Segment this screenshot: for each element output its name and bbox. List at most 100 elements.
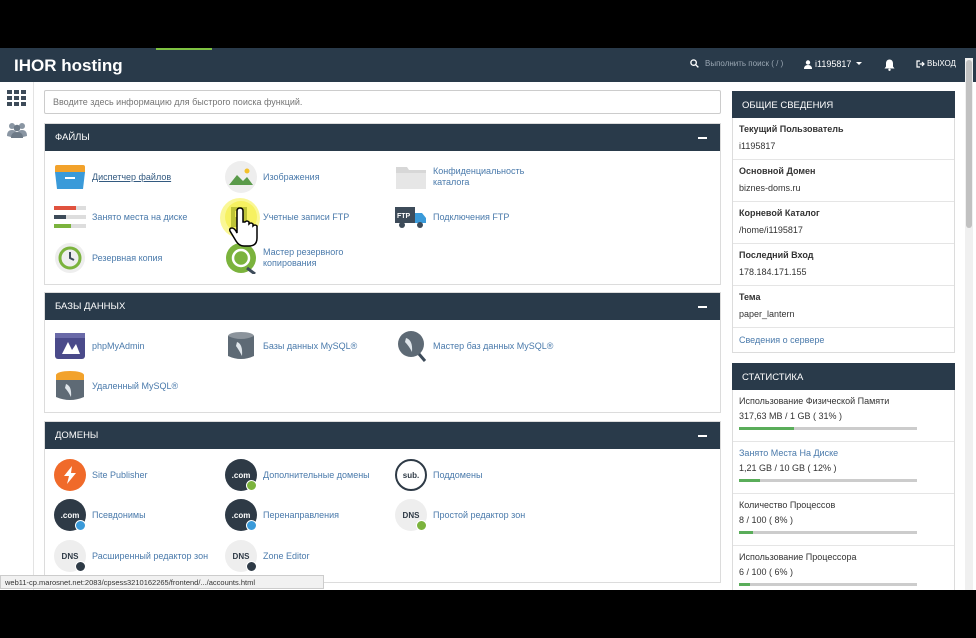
info-value: i1195817: [739, 141, 776, 151]
domains-title: ДОМЕНЫ: [55, 430, 99, 441]
files-title: ФАЙЛЫ: [55, 132, 90, 143]
com-badge-text: .com: [60, 510, 80, 520]
stat-row: Занято Места На Диске 1,21 GB / 10 GB ( …: [733, 442, 954, 494]
dns-badge-text: DNS: [232, 551, 250, 561]
quick-search-input[interactable]: [44, 90, 721, 114]
search-icon: [690, 59, 699, 68]
domains-panel: ДОМЕНЫ Site Publisher .com Дополнительны…: [44, 421, 721, 583]
stats-title: СТАТИСТИКА: [732, 363, 955, 390]
stat-progress-bar: [739, 531, 917, 534]
directory-privacy-label: Конфиденциальность каталога: [433, 166, 525, 187]
stat-value: 6 / 100 ( 6% ): [739, 567, 794, 577]
addon-domains-label: Дополнительные домены: [263, 469, 370, 480]
logout-label: ВЫХОД: [927, 59, 956, 68]
mysql-databases-link[interactable]: Базы данных MySQL®: [225, 330, 357, 362]
images-label: Изображения: [263, 171, 320, 182]
collapse-icon[interactable]: [698, 306, 707, 308]
general-info-panel: ОБЩИЕ СВЕДЕНИЯ Текущий Пользователь i119…: [732, 91, 955, 353]
info-label: Текущий Пользователь: [739, 124, 844, 134]
zone-editor-link[interactable]: DNS Zone Editor: [225, 540, 310, 572]
stat-row: Использование Процессора 6 / 100 ( 6% ): [733, 546, 954, 590]
directory-privacy-link[interactable]: Конфиденциальность каталога: [395, 161, 543, 193]
logout-button[interactable]: ВЫХОД: [916, 59, 956, 68]
mysql-databases-label: Базы данных MySQL®: [263, 340, 358, 351]
header-search[interactable]: Выполнить поиск ( / ): [690, 59, 783, 68]
disk-usage-label: Занято места на диске: [92, 211, 188, 222]
backup-link[interactable]: Резервная копия: [54, 242, 162, 274]
advanced-zone-editor-link[interactable]: DNS Расширенный редактор зон: [54, 540, 208, 572]
backup-label: Резервная копия: [92, 252, 163, 263]
user-menu[interactable]: i1195817: [804, 59, 864, 69]
users-icon[interactable]: [7, 122, 27, 138]
site-publisher-label: Site Publisher: [92, 469, 148, 480]
images-link[interactable]: Изображения: [225, 161, 320, 193]
username: i1195817: [815, 59, 852, 69]
grid-icon[interactable]: [7, 90, 26, 106]
lightning-icon: [54, 459, 86, 491]
subdomain-icon: sub.: [395, 459, 427, 491]
stat-value: 8 / 100 ( 8% ): [739, 515, 794, 525]
databases-title: БАЗЫ ДАННЫХ: [55, 301, 126, 312]
redirect-domain-icon: .com: [225, 499, 257, 531]
info-row: Корневой Каталог /home/i1195817: [733, 202, 954, 244]
ftp-truck-icon: FTP: [395, 201, 427, 233]
remote-mysql-icon: [54, 370, 86, 402]
redirects-link[interactable]: .com Перенаправления: [225, 499, 339, 531]
phpmyadmin-icon: [54, 330, 86, 362]
alias-domain-icon: .com: [54, 499, 86, 531]
databases-header[interactable]: БАЗЫ ДАННЫХ: [45, 293, 720, 320]
brand-logo[interactable]: IHOR hosting: [14, 56, 123, 76]
caret-down-icon: [856, 62, 863, 65]
stat-label: Количество Процессов: [739, 500, 836, 510]
aliases-link[interactable]: .com Псевдонимы: [54, 499, 146, 531]
simple-zone-editor-label: Простой редактор зон: [433, 509, 526, 520]
top-header: IHOR hosting Выполнить поиск ( / ) i1195…: [0, 48, 976, 82]
collapse-icon[interactable]: [698, 435, 707, 437]
left-nav: [0, 82, 34, 590]
info-row: Текущий Пользователь i1195817: [733, 118, 954, 160]
file-manager-link[interactable]: Диспетчер файлов: [54, 161, 171, 193]
subdomains-label: Поддомены: [433, 469, 483, 480]
ftp-connections-link[interactable]: FTP Подключения FTP: [395, 201, 509, 233]
notifications-bell[interactable]: [884, 58, 895, 76]
bell-icon: [884, 59, 895, 71]
site-publisher-link[interactable]: Site Publisher: [54, 459, 148, 491]
stat-label: Использование Процессора: [739, 552, 857, 562]
disk-usage-link[interactable]: Занято места на диске: [54, 201, 187, 233]
dns-icon: DNS: [54, 540, 86, 572]
images-icon: [225, 161, 257, 193]
addon-domains-link[interactable]: .com Дополнительные домены: [225, 459, 370, 491]
info-row: Последний Вход 178.184.171.155: [733, 244, 954, 286]
info-value: paper_lantern: [739, 309, 795, 319]
stats-panel: СТАТИСТИКА Использование Физической Памя…: [732, 363, 955, 590]
mysql-database-icon: [225, 330, 257, 362]
stat-label: Использование Физической Памяти: [739, 396, 890, 406]
info-value: 178.184.171.155: [739, 267, 807, 277]
remote-mysql-link[interactable]: Удаленный MySQL®: [54, 370, 178, 402]
header-search-label: Выполнить поиск ( / ): [705, 59, 784, 68]
files-header[interactable]: ФАЙЛЫ: [45, 124, 720, 151]
info-label: Основной Домен: [739, 166, 816, 176]
addon-domain-icon: .com: [225, 459, 257, 491]
subdomains-link[interactable]: sub. Поддомены: [395, 459, 482, 491]
info-row: Тема paper_lantern: [733, 286, 954, 328]
phpmyadmin-link[interactable]: phpMyAdmin: [54, 330, 145, 362]
info-value: biznes-doms.ru: [739, 183, 801, 193]
browser-status-url: web11-cp.marosnet.net:2083/cpsess3210162…: [0, 575, 324, 589]
databases-panel: БАЗЫ ДАННЫХ phpMyAdmin Базы данных MySQL…: [44, 292, 721, 413]
domains-header[interactable]: ДОМЕНЫ: [45, 422, 720, 449]
simple-zone-editor-link[interactable]: DNS Простой редактор зон: [395, 499, 525, 531]
phpmyadmin-label: phpMyAdmin: [92, 340, 145, 351]
server-info-link[interactable]: Сведения о сервере: [733, 328, 954, 352]
page-scrollbar[interactable]: [965, 58, 973, 590]
disk-usage-icon: [54, 201, 86, 233]
stat-label[interactable]: Занято Места На Диске: [739, 448, 948, 458]
stat-progress-fill: [739, 531, 754, 534]
advanced-zone-editor-label: Расширенный редактор зон: [92, 550, 209, 561]
general-info-title: ОБЩИЕ СВЕДЕНИЯ: [732, 91, 955, 118]
info-row: Основной Домен biznes-doms.ru: [733, 160, 954, 202]
collapse-icon[interactable]: [698, 137, 707, 139]
info-value: /home/i1195817: [739, 225, 803, 235]
mysql-wizard-link[interactable]: Мастер баз данных MySQL®: [395, 330, 553, 362]
scrollbar-thumb[interactable]: [966, 60, 972, 228]
